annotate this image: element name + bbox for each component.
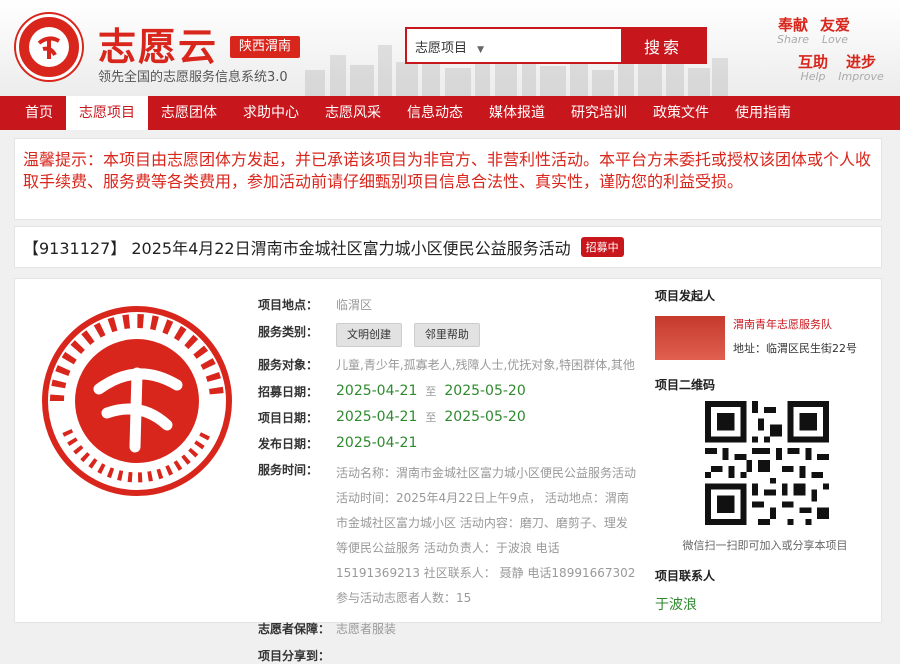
initiator-card[interactable]: 渭南青年志愿服务队 地址：临渭区民生街22号: [655, 316, 875, 360]
status-badge: 招募中: [580, 237, 624, 257]
info-row-targets: 服务对象： 儿童,青少年,孤寡老人,残障人士,优抚对象,特困群体,其他: [258, 358, 635, 372]
contact-name: 于波浪: [655, 597, 697, 613]
category-tag[interactable]: 邻里帮助: [413, 323, 480, 347]
info-row-service-time: 服务时间： 活动名称：渭南市金城社区富力城小区便民公益服务活动 活动时间：202…: [258, 461, 643, 611]
nav-groups[interactable]: 志愿团体: [148, 96, 230, 130]
qr-title: 项目二维码: [655, 378, 716, 392]
organization-photo[interactable]: [655, 316, 725, 360]
project-title: 【9131127】 2025年4月22日渭南市金城社区富力城小区便民公益服务活动: [23, 239, 571, 258]
project-sidebar: 项目发起人 渭南青年志愿服务队 地址：临渭区民生街22号 项目二维码 微信扫一扫…: [655, 287, 875, 614]
project-info: 项目地点： 临渭区 服务类别： 文明创建 邻里帮助 服务对象： 儿童,青少年,孤…: [258, 287, 643, 664]
service-description: 活动名称：渭南市金城社区富力城小区便民公益服务活动 活动时间：2025年4月22…: [336, 466, 637, 605]
value-help: 互助 Help: [797, 53, 828, 83]
value-improve: 进步 Improve: [838, 53, 884, 83]
publish-date: 2025-04-21: [336, 435, 418, 451]
project-start-date: 2025-04-21: [336, 409, 418, 425]
volunteer-guarantee: 志愿者服装: [336, 622, 397, 636]
contact-title: 项目联系人: [655, 569, 716, 583]
warning-notice: 温馨提示：本项目由志愿团体方发起，并已承诺该项目为非官方、非营利性活动。本平台方…: [14, 138, 882, 220]
value-love: 友爱 Love: [819, 16, 850, 46]
recruit-end-date: 2025-05-20: [444, 383, 526, 399]
project-location: 临渭区: [336, 298, 373, 312]
nav-news[interactable]: 信息动态: [394, 96, 476, 130]
search-input[interactable]: [495, 31, 623, 60]
project-end-date: 2025-05-20: [444, 409, 526, 425]
info-row-category: 服务类别： 文明创建 邻里帮助: [258, 323, 643, 347]
service-targets: 儿童,青少年,孤寡老人,残障人士,优抚对象,特困群体,其他: [336, 358, 635, 372]
info-row-share: 项目分享到：: [258, 649, 331, 663]
nav-policy[interactable]: 政策文件: [640, 96, 722, 130]
qr-code-icon: [705, 401, 829, 525]
nav-projects[interactable]: 志愿项目: [66, 96, 148, 130]
region-badge[interactable]: 陕西渭南: [230, 36, 300, 58]
initiator-title: 项目发起人: [655, 289, 716, 303]
category-tag[interactable]: 文明创建: [336, 323, 402, 347]
site-logo-text[interactable]: 志愿云: [98, 16, 218, 71]
nav-guide[interactable]: 使用指南: [722, 96, 804, 130]
project-detail-panel: 项目地点： 临渭区 服务类别： 文明创建 邻里帮助 服务对象： 儿童,青少年,孤…: [14, 278, 882, 663]
search-type-select[interactable]: 志愿项目 ▼: [415, 37, 484, 56]
recruit-start-date: 2025-04-21: [336, 383, 418, 399]
project-title-bar: 【9131127】 2025年4月22日渭南市金城社区富力城小区便民公益服务活动…: [14, 226, 882, 268]
nav-help-center[interactable]: 求助中心: [230, 96, 312, 130]
info-row-recruit: 招募日期： 2025-04-21 至 2025-05-20: [258, 383, 526, 399]
nav-home[interactable]: 首页: [12, 96, 66, 130]
info-row-project-date: 项目日期： 2025-04-21 至 2025-05-20: [258, 409, 526, 425]
organization-address: 地址：临渭区民生街22号: [733, 342, 857, 355]
site-header: 志愿云 陕西渭南 领先全国的志愿服务信息系统3.0 志愿项目 ▼ 搜索 奉献 S…: [0, 0, 900, 96]
info-row-guarantee: 志愿者保障： 志愿者服装: [258, 622, 397, 636]
nav-research[interactable]: 研究培训: [558, 96, 640, 130]
china-volunteer-service-logo: [42, 306, 232, 496]
main-nav: 首页 志愿项目 志愿团体 求助中心 志愿风采 信息动态 媒体报道 研究培训 政策…: [0, 96, 900, 130]
search-type-value: 志愿项目: [415, 41, 468, 56]
search-button[interactable]: 搜索: [621, 29, 705, 62]
organization-name[interactable]: 渭南青年志愿服务队: [733, 316, 857, 332]
logo-icon[interactable]: [16, 14, 82, 80]
info-row-location: 项目地点： 临渭区: [258, 298, 373, 312]
qr-caption: 微信扫一扫即可加入或分享本项目: [682, 539, 848, 552]
search-bar: 志愿项目 ▼ 搜索: [405, 27, 707, 64]
nav-showcase[interactable]: 志愿风采: [312, 96, 394, 130]
site-slogan: 领先全国的志愿服务信息系统3.0: [98, 70, 288, 85]
nav-media[interactable]: 媒体报道: [476, 96, 558, 130]
caret-down-icon: ▼: [477, 45, 485, 55]
info-row-publish: 发布日期： 2025-04-21: [258, 435, 418, 451]
